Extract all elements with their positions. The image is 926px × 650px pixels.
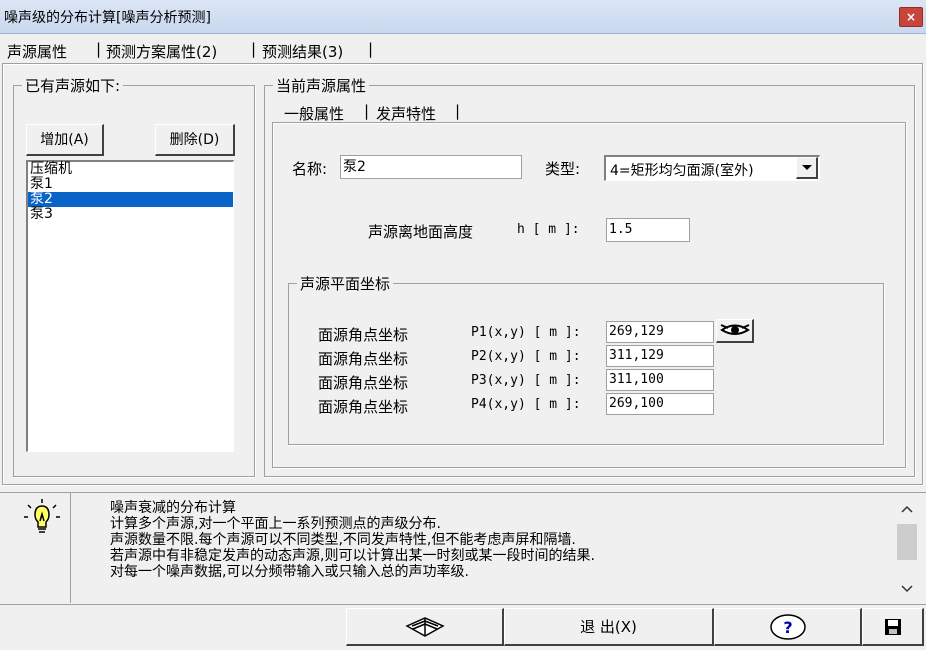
list-item[interactable]: 泵1 bbox=[28, 177, 233, 192]
tab-separator: | bbox=[368, 40, 374, 58]
list-item[interactable]: 泵3 bbox=[28, 207, 233, 222]
corner-label-p3: 面源角点坐标 bbox=[318, 374, 409, 392]
help-button[interactable]: ? bbox=[714, 608, 862, 646]
type-select-value: 4=矩形均匀面源(室外) bbox=[610, 163, 754, 179]
param-label-p3: P3(x,y) [ m ]: bbox=[471, 373, 581, 388]
save-button[interactable] bbox=[862, 608, 924, 646]
p4-input[interactable]: 269,100 bbox=[606, 393, 714, 415]
height-symbol: h [ m ]: bbox=[517, 222, 580, 237]
info-divider bbox=[70, 493, 71, 603]
floppy-disk-icon bbox=[884, 619, 901, 635]
book-icon bbox=[404, 617, 445, 637]
coords-legend: 声源平面坐标 bbox=[297, 273, 394, 294]
scroll-down-icon[interactable] bbox=[899, 582, 915, 596]
bottom-divider bbox=[0, 604, 926, 605]
source-listbox[interactable]: 压缩机 泵1 泵2 泵3 bbox=[26, 160, 234, 452]
param-label-p1: P1(x,y) [ m ]: bbox=[471, 325, 581, 340]
pick-point-button[interactable] bbox=[716, 319, 754, 343]
manual-button[interactable] bbox=[346, 608, 504, 646]
svg-text:?: ? bbox=[783, 618, 792, 637]
lightbulb-icon bbox=[22, 497, 62, 541]
tab-separator: | bbox=[455, 102, 461, 120]
tab-separator: | bbox=[364, 102, 370, 120]
current-source-legend: 当前声源属性 bbox=[273, 75, 370, 96]
eye-pick-icon bbox=[719, 324, 750, 335]
tab-source-properties[interactable]: 声源属性 bbox=[7, 41, 67, 62]
corner-label-p2: 面源角点坐标 bbox=[318, 350, 409, 368]
tab-sound-characteristics[interactable]: 发声特性 bbox=[376, 103, 436, 124]
window-title: 噪声级的分布计算[噪声分析预测] bbox=[4, 10, 211, 26]
list-item-selected[interactable]: 泵2 bbox=[28, 192, 233, 207]
tab-separator: | bbox=[251, 40, 257, 58]
height-label: 声源离地面高度 bbox=[368, 223, 474, 241]
tab-separator: | bbox=[96, 40, 102, 58]
help-icon: ? bbox=[769, 614, 806, 640]
height-input[interactable]: 1.5 bbox=[606, 218, 690, 242]
name-label: 名称: bbox=[292, 160, 328, 178]
p2-input[interactable]: 311,129 bbox=[606, 345, 714, 367]
info-line: 噪声衰减的分布计算 bbox=[110, 500, 236, 516]
delete-source-button[interactable]: 删除(D) bbox=[155, 124, 235, 156]
info-text: 噪声衰减的分布计算 计算多个声源,对一个平面上一系列预测点的声级分布. 声源数量… bbox=[110, 500, 890, 580]
scroll-up-icon[interactable] bbox=[899, 502, 915, 516]
tab-scheme-properties[interactable]: 预测方案属性(2) bbox=[106, 41, 217, 62]
type-label: 类型: bbox=[545, 160, 581, 178]
tab-prediction-results[interactable]: 预测结果(3) bbox=[262, 41, 343, 62]
info-scrollbar[interactable] bbox=[896, 500, 918, 600]
name-input[interactable]: 泵2 bbox=[340, 155, 522, 179]
tab-general-properties[interactable]: 一般属性 bbox=[284, 103, 344, 124]
scroll-thumb[interactable] bbox=[897, 524, 917, 560]
param-label-p4: P4(x,y) [ m ]: bbox=[471, 397, 581, 412]
list-item[interactable]: 压缩机 bbox=[28, 162, 233, 177]
dropdown-arrow-button[interactable] bbox=[796, 157, 818, 179]
exit-button[interactable]: 退 出(X) bbox=[504, 608, 714, 646]
p3-input[interactable]: 311,100 bbox=[606, 369, 714, 391]
chevron-down-icon bbox=[801, 165, 812, 170]
source-list-legend: 已有声源如下: bbox=[22, 75, 124, 96]
info-line: 若声源中有非稳定发声的动态声源,则可以计算出某一时刻或某一段时间的结果. bbox=[110, 548, 595, 564]
corner-label-p4: 面源角点坐标 bbox=[318, 398, 409, 416]
info-line: 对每一个噪声数据,可以分频带输入或只输入总的声功率级. bbox=[110, 564, 469, 580]
p1-input[interactable]: 269,129 bbox=[606, 321, 714, 343]
close-button[interactable]: × bbox=[899, 7, 923, 27]
info-line: 计算多个声源,对一个平面上一系列预测点的声级分布. bbox=[110, 516, 441, 532]
add-source-button[interactable]: 增加(A) bbox=[26, 124, 104, 156]
param-label-p2: P2(x,y) [ m ]: bbox=[471, 349, 581, 364]
type-select[interactable]: 4=矩形均匀面源(室外) bbox=[604, 155, 820, 181]
corner-label-p1: 面源角点坐标 bbox=[318, 326, 409, 344]
info-line: 声源数量不限.每个声源可以不同类型,不同发声特性,但不能考虑声屏和隔墙. bbox=[110, 532, 576, 548]
